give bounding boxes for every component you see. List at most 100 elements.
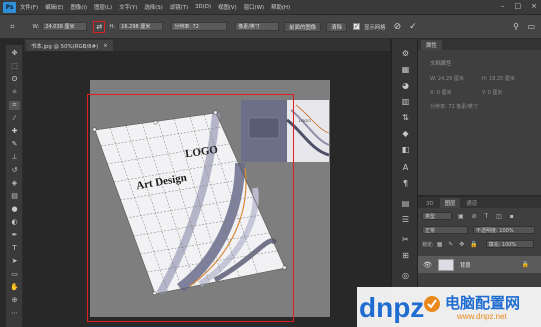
site-url: www.dnpz.net — [457, 312, 507, 321]
layers-panel-header: 3D 图层 通道 — [418, 197, 541, 208]
eyedropper-icon[interactable]: ⁄ — [9, 114, 20, 123]
clone-source-icon[interactable]: ◧ — [400, 145, 411, 155]
type-tool-icon[interactable]: T — [9, 244, 20, 253]
menu-view[interactable]: 视图(V) — [218, 3, 237, 11]
layer-lock-icon: 🔒 — [521, 261, 529, 268]
clear-button[interactable]: 清除 — [326, 21, 347, 32]
eraser-icon[interactable]: ◈ — [9, 179, 20, 188]
height-field[interactable]: 16.298 厘米 — [118, 22, 164, 31]
menu-window[interactable]: 窗口(W) — [244, 3, 264, 11]
properties-panel-header: 属性 — [418, 39, 541, 50]
magic-wand-icon[interactable]: ✧ — [9, 88, 20, 97]
properties-panel: 属性 文档属性 W: 24.29 厘米 H: 18.25 厘米 X: 0 厘米 … — [418, 39, 541, 195]
svg-text:LOGO: LOGO — [299, 118, 311, 123]
swatches-icon[interactable]: ◕ — [400, 81, 411, 91]
color-icon[interactable]: ▦ — [400, 65, 411, 75]
dnpz-logo: dnpz — [359, 292, 424, 323]
checkmark-badge-icon — [424, 296, 440, 312]
document-properties-heading: 文档属性 — [430, 61, 452, 67]
property-x: X: 0 厘米 — [430, 90, 452, 96]
unit-select[interactable]: 像素/英寸 — [235, 22, 280, 31]
crop-tool-icon[interactable]: ⌗ — [10, 22, 15, 32]
site-name: 电脑配置网 — [445, 294, 521, 312]
close-window-icon[interactable]: × — [531, 2, 537, 10]
show-grid-checkbox[interactable]: ✓ — [353, 23, 360, 30]
width-field[interactable]: 24.039 厘米 — [42, 22, 88, 31]
cancel-icon[interactable]: ⊘ — [394, 22, 402, 32]
photoshop-logo: Ps — [3, 1, 16, 13]
opacity-field[interactable]: 不透明度: 100% — [473, 226, 535, 234]
styles-icon[interactable]: ⇅ — [400, 113, 411, 123]
crop-frame[interactable] — [87, 94, 294, 322]
blur-icon[interactable]: ● — [9, 205, 20, 214]
lock-row: 锁定: ▦ ✎ ✥ 🔒 填充: 100% — [422, 239, 537, 249]
path-select-icon[interactable]: ➤ — [9, 257, 20, 266]
move-tool-icon[interactable]: ✥ — [9, 49, 20, 58]
actions-icon[interactable]: ⊞ — [400, 251, 411, 261]
tab-3d[interactable]: 3D — [421, 200, 439, 208]
menu-help[interactable]: 帮助(H) — [271, 3, 290, 11]
blend-mode-select[interactable]: 正常 — [422, 226, 468, 234]
menu-3d[interactable]: 3D(D) — [195, 4, 211, 10]
history-brush-icon[interactable]: ↺ — [9, 166, 20, 175]
tab-properties[interactable]: 属性 — [421, 40, 442, 50]
width-label: W: — [32, 23, 40, 30]
adjustments-icon[interactable]: ▥ — [400, 97, 411, 107]
pen-tool-icon[interactable]: ✒ — [9, 231, 20, 240]
brushes-icon[interactable]: ◆ — [400, 129, 411, 139]
marquee-tool-icon[interactable]: ⬚ — [9, 62, 20, 71]
tab-channels[interactable]: 通道 — [461, 198, 482, 208]
tab-layers[interactable]: 图层 — [439, 198, 461, 208]
shape-tool-icon[interactable]: ▭ — [9, 270, 20, 279]
menu-edit[interactable]: 编辑(E) — [45, 3, 63, 11]
menu-file[interactable]: 文件(F) — [20, 3, 38, 11]
document-title: 书本.jpg @ 50%(RGB/8#) — [31, 43, 99, 50]
more-tools-icon[interactable]: ⋯ — [9, 309, 20, 318]
front-image-button[interactable]: 前面的图像 — [284, 21, 322, 32]
hand-tool-icon[interactable]: ✋ — [9, 283, 20, 292]
maximize-icon[interactable]: □ — [515, 2, 522, 10]
blend-row: 正常 不透明度: 100% — [422, 225, 537, 235]
visibility-eye-icon[interactable]: 👁 — [423, 261, 432, 269]
height-label: H: — [109, 23, 116, 30]
document-tab[interactable]: 书本.jpg @ 50%(RGB/8#) × — [26, 40, 113, 51]
commit-icon[interactable]: ✓ — [409, 22, 417, 32]
character-icon[interactable]: A — [400, 163, 411, 173]
lasso-tool-icon[interactable]: ʘ — [9, 75, 20, 84]
menu-image[interactable]: 图像(I) — [71, 3, 88, 11]
tools-presets-icon[interactable]: ✂ — [400, 235, 411, 245]
gradient-icon[interactable]: ▤ — [9, 192, 20, 201]
menu-filter[interactable]: 滤镜(T) — [170, 3, 188, 11]
watermark: dnpz 电脑配置网 www.dnpz.net — [357, 287, 541, 327]
lock-icons[interactable]: ▦ ✎ ✥ 🔒 — [437, 241, 480, 248]
dodge-icon[interactable]: ◐ — [9, 218, 20, 227]
fill-field[interactable]: 填充: 100% — [485, 240, 534, 248]
search-icon[interactable]: ⚲ — [513, 22, 519, 31]
notes-icon[interactable]: ▤ — [400, 199, 411, 209]
paragraph-icon[interactable]: ¶ — [400, 179, 411, 189]
resolution-field[interactable]: 分辨率: 72 — [171, 22, 228, 31]
clone-stamp-icon[interactable]: ⊥ — [9, 153, 20, 162]
menu-layer[interactable]: 图层(L) — [94, 3, 112, 11]
property-height: H: 18.25 厘米 — [482, 76, 515, 82]
menu-type[interactable]: 文字(Y) — [119, 3, 137, 11]
healing-icon[interactable]: ✚ — [9, 127, 20, 136]
brand-text: dnpz — [359, 292, 424, 323]
property-width: W: 24.29 厘米 — [430, 76, 464, 82]
lock-label: 锁定: — [422, 241, 434, 248]
layer-kind-filter[interactable]: 类型 — [422, 212, 452, 220]
crop-tool-active-icon[interactable]: ⌗ — [9, 101, 20, 110]
layers-comp-icon[interactable]: ◎ — [400, 271, 411, 281]
workspace-icon[interactable]: ▭ — [527, 22, 535, 31]
info-icon[interactable]: ☰ — [400, 215, 411, 225]
property-y: Y: 0 厘米 — [482, 90, 503, 96]
swap-dimensions-icon[interactable]: ⇄ — [93, 20, 106, 33]
brush-icon[interactable]: ✎ — [9, 140, 20, 149]
menu-select[interactable]: 选择(S) — [144, 3, 162, 11]
close-tab-icon[interactable]: × — [103, 43, 108, 49]
history-icon[interactable]: ⚙ — [400, 49, 411, 59]
zoom-tool-icon[interactable]: ⊕ — [9, 296, 20, 305]
filter-icons[interactable]: ▣ ⊘ T ◫ ▪ — [458, 213, 517, 220]
layer-row-background[interactable]: 👁 背景 🔒 — [418, 256, 541, 273]
minimize-icon[interactable]: – — [501, 2, 505, 10]
